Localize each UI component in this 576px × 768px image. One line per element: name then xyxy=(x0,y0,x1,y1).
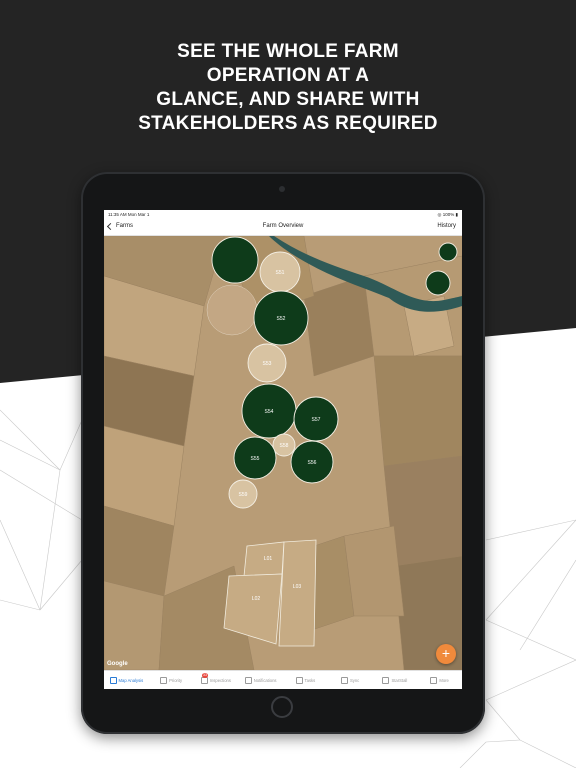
tab-tasks[interactable]: Tasks xyxy=(283,671,328,689)
pivot-field xyxy=(206,284,258,336)
map-icon xyxy=(109,677,117,684)
more-icon xyxy=(430,677,438,684)
status-right: ◎ 100% ▮ xyxy=(438,212,458,218)
field-label-s51: S51 xyxy=(276,270,285,276)
field-label-s52: S52 xyxy=(277,316,286,322)
starstall-icon xyxy=(382,677,390,684)
battery-level: 100% xyxy=(442,212,455,217)
tab-label: StarStall xyxy=(391,678,408,683)
field-label-l01: L01 xyxy=(264,556,273,562)
add-button[interactable]: + xyxy=(436,644,456,664)
field-label-l03: L03 xyxy=(293,584,302,590)
tab-map[interactable]: Map Analysis xyxy=(104,671,149,689)
nav-bar: Farms Farm Overview History xyxy=(104,219,462,236)
battery-icon: ▮ xyxy=(455,212,458,217)
pivot-field xyxy=(425,270,451,296)
camera-icon xyxy=(279,186,285,192)
tab-label: Notifications xyxy=(253,678,277,683)
tab-label: Priority xyxy=(169,678,183,683)
tab-label: Sync xyxy=(349,678,360,683)
headline-line-1: SEE THE WHOLE FARM xyxy=(177,41,399,62)
page-title: Farm Overview xyxy=(262,223,304,229)
pivot-field xyxy=(211,236,259,284)
field-label-s58: S58 xyxy=(280,443,289,449)
field-label-s54: S54 xyxy=(265,409,274,415)
satellite-map[interactable]: S51 S52 S53 S54 S57 S58 S55 S56 S59 L01 L02 L03 … xyxy=(104,236,462,670)
home-button[interactable] xyxy=(271,696,293,718)
pivot-field xyxy=(438,242,458,262)
field-label-l02: L02 xyxy=(252,596,261,602)
field-label-s57: S57 xyxy=(312,417,321,423)
history-button[interactable]: History xyxy=(437,223,456,229)
headline-line-2: OPERATION AT A xyxy=(206,65,370,86)
tab-label: Map Analysis xyxy=(118,678,144,683)
sync-icon xyxy=(340,677,348,684)
tasks-icon xyxy=(295,677,303,684)
tablet-device: 11:35 AM Mon Mar 1 ◎ 100% ▮ Farms Farm O… xyxy=(81,172,485,734)
headline-line-4: STAKEHOLDERS AS REQUIRED xyxy=(138,113,438,134)
tab-notifications[interactable]: Notifications xyxy=(238,671,283,689)
tab-label: Tasks xyxy=(304,678,316,683)
inspections-icon xyxy=(200,677,208,684)
headline: SEE THE WHOLE FARM OPERATION AT A GLANCE… xyxy=(0,40,576,136)
priority-icon xyxy=(160,677,168,684)
status-bar: 11:35 AM Mon Mar 1 ◎ 100% ▮ xyxy=(104,210,462,219)
map-canvas[interactable]: S51 S52 S53 S54 S57 S58 S55 S56 S59 L01 L02 L03 xyxy=(104,236,462,670)
map-attribution: Google xyxy=(107,661,128,667)
tab-inspections[interactable]: Inspections 33 xyxy=(194,671,239,689)
tab-label: More xyxy=(439,678,449,683)
field-label-s56: S56 xyxy=(308,460,317,466)
wifi-icon: ◎ xyxy=(437,212,442,217)
headline-line-3: GLANCE, AND SHARE WITH xyxy=(156,89,420,110)
notifications-icon xyxy=(244,677,252,684)
field-label-s59: S59 xyxy=(239,492,248,498)
status-time: 11:35 AM Mon Mar 1 xyxy=(108,212,150,217)
tab-priority[interactable]: Priority xyxy=(149,671,194,689)
field-label-s55: S55 xyxy=(251,456,260,462)
tab-label: Inspections xyxy=(209,678,231,683)
tab-sync[interactable]: Sync xyxy=(328,671,373,689)
tab-starstall[interactable]: StarStall xyxy=(373,671,418,689)
field-label-s53: S53 xyxy=(263,361,272,367)
tab-more[interactable]: More xyxy=(417,671,462,689)
app-screen: 11:35 AM Mon Mar 1 ◎ 100% ▮ Farms Farm O… xyxy=(104,210,462,689)
tab-bar: Map Analysis Priority Inspections 33 Notific… xyxy=(104,670,462,689)
